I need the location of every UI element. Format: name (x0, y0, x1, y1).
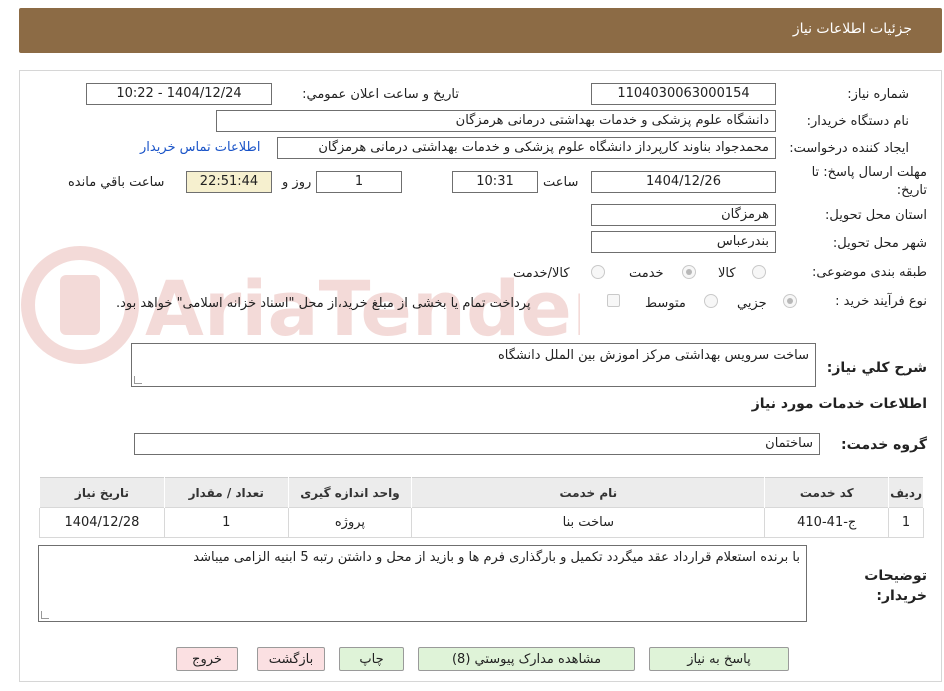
col-header-quantity: تعداد / مقدار (163, 477, 289, 508)
process-medium-radio[interactable] (704, 294, 718, 308)
col-header-need-date: تاریخ نیاز (39, 477, 165, 508)
attachments-button[interactable]: مشاهده مدارک پیوستي (8) (418, 647, 635, 671)
days-label: روز و (282, 175, 312, 190)
category-service-label: خدمت (629, 266, 664, 281)
process-minor-label: جزيي (737, 296, 767, 311)
deadline-time-field: 10:31 (452, 171, 538, 193)
need-number-label: شماره نیاز: (847, 87, 909, 102)
cell-service-name: ساخت بنا (411, 507, 766, 538)
buyer-notes-text: با برنده استعلام قرارداد عقد میگردد تکمی… (193, 550, 800, 565)
province-field: هرمزگان (591, 204, 776, 226)
col-header-unit: واحد اندازه گیری (287, 477, 413, 508)
cell-service-code: ج-41-410 (764, 507, 890, 538)
col-header-service-name: نام خدمت (411, 477, 766, 508)
cell-unit: پروژه (287, 507, 413, 538)
service-group-field: ساختمان (134, 433, 820, 455)
reply-button[interactable]: پاسخ به نیاز (649, 647, 789, 671)
back-button[interactable]: بازگشت (257, 647, 325, 671)
process-minor-radio[interactable] (783, 294, 797, 308)
deadline-time-label: ساعت (543, 175, 579, 190)
col-header-service-code: کد خدمت (764, 477, 890, 508)
cell-quantity: 1 (163, 507, 289, 538)
service-group-label: گروه خدمت: (841, 437, 927, 453)
process-medium-label: متوسط (645, 296, 686, 311)
requester-label: ایجاد کننده درخواست: (789, 141, 909, 156)
deadline-date-field: 1404/12/26 (591, 171, 776, 193)
resize-handle-icon[interactable] (41, 611, 49, 619)
announce-field: 1404/12/24 - 10:22 (86, 83, 272, 105)
description-text: ساخت سرویس بهداشتی مرکز اموزش بین الملل … (498, 348, 809, 363)
buyer-notes-textarea: با برنده استعلام قرارداد عقد میگردد تکمی… (38, 545, 807, 622)
remaining-label: ساعت باقي مانده (68, 175, 165, 190)
exit-button[interactable]: خروج (176, 647, 238, 671)
cell-row-number: 1 (888, 507, 924, 538)
table-row: 1 ج-41-410 ساخت بنا پروژه 1 1404/12/28 (39, 507, 924, 538)
cell-need-date: 1404/12/28 (39, 507, 165, 538)
col-header-row-number: ردیف (888, 477, 924, 508)
category-both-radio[interactable] (591, 265, 605, 279)
category-goods-label: کالا (718, 266, 736, 281)
city-label: شهر محل تحویل: (832, 236, 927, 251)
province-label: استان محل تحویل: (825, 208, 927, 223)
table-header-row: ردیف کد خدمت نام خدمت واحد اندازه گیری ت… (39, 477, 924, 508)
services-heading: اطلاعات خدمات مورد نياز (751, 396, 927, 412)
remaining-time-field: 22:51:44 (186, 171, 272, 193)
buyer-notes-label: توضیحات خریدار: (864, 568, 927, 604)
category-label: طبقه بندی موضوعی: (811, 265, 927, 280)
page-title: جزئیات اطلاعات نیاز (792, 21, 912, 37)
buyer-org-field: دانشگاه علوم پزشکی و خدمات بهداشتی درمان… (216, 110, 776, 132)
category-both-label: کالا/خدمت (513, 266, 570, 281)
city-field: بندرعباس (591, 231, 776, 253)
buyer-org-label: نام دستگاه خریدار: (806, 114, 909, 129)
buyer-contact-link[interactable]: اطلاعات تماس خریدار (140, 140, 260, 155)
deadline-label: مهلت ارسال پاسخ: تا تاریخ: (811, 165, 927, 198)
resize-handle-icon[interactable] (134, 376, 142, 384)
description-label: شرح کلي نياز: (826, 360, 927, 376)
payment-note: پرداخت تمام یا بخشی از مبلغ خرید،از محل … (116, 296, 531, 311)
treasury-checkbox[interactable] (607, 294, 620, 307)
print-button[interactable]: چاپ (339, 647, 404, 671)
need-number-field: 1104030063000154 (591, 83, 776, 105)
days-field: 1 (316, 171, 402, 193)
services-table: ردیف کد خدمت نام خدمت واحد اندازه گیری ت… (39, 477, 924, 538)
description-textarea: ساخت سرویس بهداشتی مرکز اموزش بین الملل … (131, 343, 816, 387)
process-label: نوع فرآیند خرید : (835, 294, 927, 309)
category-service-radio[interactable] (682, 265, 696, 279)
requester-field: محمدجواد بناوند کارپرداز دانشگاه علوم پز… (277, 137, 776, 159)
page-header: جزئیات اطلاعات نیاز (19, 8, 942, 53)
category-goods-radio[interactable] (752, 265, 766, 279)
announce-label: تاریخ و ساعت اعلان عمومي: (302, 87, 459, 102)
